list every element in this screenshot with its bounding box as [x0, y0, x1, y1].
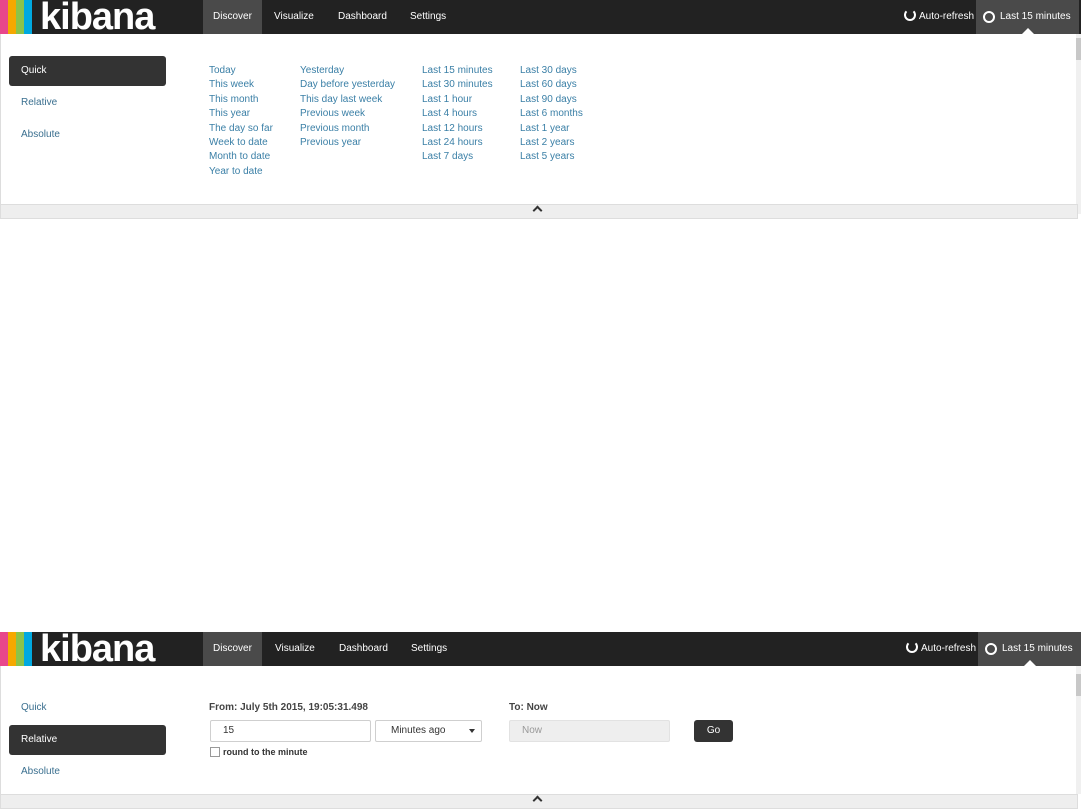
- relative-unit-value: Minutes ago: [391, 725, 446, 736]
- quick-option[interactable]: Previous week: [300, 107, 395, 121]
- collapse-timepicker-bar[interactable]: [0, 204, 1078, 219]
- tab-relative[interactable]: Relative: [9, 88, 166, 118]
- clock-icon: [985, 643, 997, 655]
- relative-count-input[interactable]: 15: [210, 720, 371, 742]
- timepicker-label: Last 15 minutes: [1002, 643, 1073, 654]
- kibana-logo[interactable]: kibana: [0, 0, 190, 38]
- logo-stripe: [0, 0, 8, 34]
- auto-refresh-label: Auto-refresh: [919, 11, 975, 22]
- logo-stripe: [8, 632, 16, 666]
- quick-option[interactable]: Last 6 months: [520, 107, 583, 121]
- quick-option[interactable]: This month: [209, 93, 273, 107]
- timepicker-panel-quick: kibana Discover Visualize Dashboard Sett…: [0, 0, 1081, 219]
- logo-wordmark: kibana: [40, 628, 155, 670]
- nav-settings[interactable]: Settings: [401, 632, 457, 666]
- timepicker-toggle[interactable]: Last 15 minutes: [976, 0, 1079, 34]
- quick-option[interactable]: Last 2 years: [520, 136, 583, 150]
- quick-option[interactable]: This year: [209, 107, 273, 121]
- quick-option[interactable]: Previous month: [300, 122, 395, 136]
- logo-stripe: [24, 632, 32, 666]
- nav-dashboard[interactable]: Dashboard: [329, 632, 398, 666]
- tab-relative[interactable]: Relative: [9, 725, 166, 755]
- quick-option[interactable]: Last 4 hours: [422, 107, 493, 121]
- quick-column-2: Yesterday Day before yesterday This day …: [300, 64, 395, 150]
- clock-icon: [983, 11, 995, 23]
- tab-absolute[interactable]: Absolute: [9, 120, 166, 150]
- quick-option[interactable]: Last 30 minutes: [422, 78, 493, 92]
- scrollbar-thumb[interactable]: [1076, 674, 1081, 696]
- relative-unit-select[interactable]: Minutes ago: [375, 720, 482, 742]
- nav-visualize[interactable]: Visualize: [265, 632, 325, 666]
- logo-stripe: [16, 0, 24, 34]
- quick-option[interactable]: Last 30 days: [520, 64, 583, 78]
- logo-stripe: [24, 0, 32, 34]
- quick-option[interactable]: Last 12 hours: [422, 122, 493, 136]
- chevron-up-icon: [532, 795, 543, 806]
- auto-refresh-button[interactable]: Auto-refresh: [906, 632, 976, 666]
- quick-column-1: Today This week This month This year The…: [209, 64, 273, 179]
- collapse-timepicker-bar[interactable]: [0, 794, 1078, 809]
- quick-option[interactable]: Last 60 days: [520, 78, 583, 92]
- quick-option[interactable]: Last 1 hour: [422, 93, 493, 107]
- quick-option[interactable]: Today: [209, 64, 273, 78]
- dropdown-arrow-icon: [469, 729, 475, 733]
- quick-option[interactable]: Week to date: [209, 136, 273, 150]
- kibana-logo[interactable]: kibana: [0, 628, 190, 670]
- navbar: kibana Discover Visualize Dashboard Sett…: [0, 628, 1081, 670]
- logo-stripe: [16, 632, 24, 666]
- refresh-icon: [904, 9, 916, 21]
- round-minute-label[interactable]: round to the minute: [223, 747, 308, 757]
- logo-stripe: [0, 632, 8, 666]
- nav-dashboard[interactable]: Dashboard: [328, 0, 397, 34]
- timepicker-toggle[interactable]: Last 15 minutes: [978, 632, 1081, 666]
- timepicker-body: Quick Relative Absolute Today This week …: [0, 34, 1078, 204]
- quick-option[interactable]: The day so far: [209, 122, 273, 136]
- quick-column-3: Last 15 minutes Last 30 minutes Last 1 h…: [422, 64, 493, 165]
- chevron-up-icon: [532, 205, 543, 216]
- scrollbar-thumb[interactable]: [1076, 38, 1081, 60]
- scrollbar[interactable]: [1076, 34, 1081, 214]
- refresh-icon: [906, 641, 918, 653]
- round-minute-checkbox[interactable]: [210, 747, 220, 757]
- to-now-field: Now: [509, 720, 670, 742]
- timepicker-panel-relative: kibana Discover Visualize Dashboard Sett…: [0, 628, 1081, 811]
- quick-option[interactable]: Month to date: [209, 150, 273, 164]
- quick-option[interactable]: Last 7 days: [422, 150, 493, 164]
- quick-option[interactable]: Day before yesterday: [300, 78, 395, 92]
- nav-settings[interactable]: Settings: [400, 0, 456, 34]
- quick-option[interactable]: Last 24 hours: [422, 136, 493, 150]
- navbar: kibana Discover Visualize Dashboard Sett…: [0, 0, 1081, 38]
- timepicker-body: Quick Relative Absolute From: July 5th 2…: [0, 666, 1078, 794]
- quick-option[interactable]: Last 15 minutes: [422, 64, 493, 78]
- quick-option[interactable]: Year to date: [209, 165, 273, 179]
- nav-discover[interactable]: Discover: [203, 632, 262, 666]
- nav-visualize[interactable]: Visualize: [264, 0, 324, 34]
- tab-absolute[interactable]: Absolute: [9, 757, 166, 787]
- from-label: From: July 5th 2015, 19:05:31.498: [209, 702, 368, 713]
- quick-option[interactable]: Last 90 days: [520, 93, 583, 107]
- timepicker-label: Last 15 minutes: [1000, 11, 1071, 22]
- auto-refresh-label: Auto-refresh: [921, 643, 977, 654]
- scrollbar[interactable]: [1076, 666, 1081, 794]
- quick-option[interactable]: This day last week: [300, 93, 395, 107]
- quick-option[interactable]: Last 1 year: [520, 122, 583, 136]
- auto-refresh-button[interactable]: Auto-refresh: [904, 0, 974, 34]
- quick-option[interactable]: This week: [209, 78, 273, 92]
- nav-discover[interactable]: Discover: [203, 0, 262, 34]
- quick-column-4: Last 30 days Last 60 days Last 90 days L…: [520, 64, 583, 165]
- tab-quick[interactable]: Quick: [9, 693, 166, 723]
- tab-quick[interactable]: Quick: [9, 56, 166, 86]
- quick-option[interactable]: Last 5 years: [520, 150, 583, 164]
- quick-option[interactable]: Previous year: [300, 136, 395, 150]
- quick-option[interactable]: Yesterday: [300, 64, 395, 78]
- to-label: To: Now: [509, 702, 548, 713]
- go-button[interactable]: Go: [694, 720, 733, 742]
- logo-stripe: [8, 0, 16, 34]
